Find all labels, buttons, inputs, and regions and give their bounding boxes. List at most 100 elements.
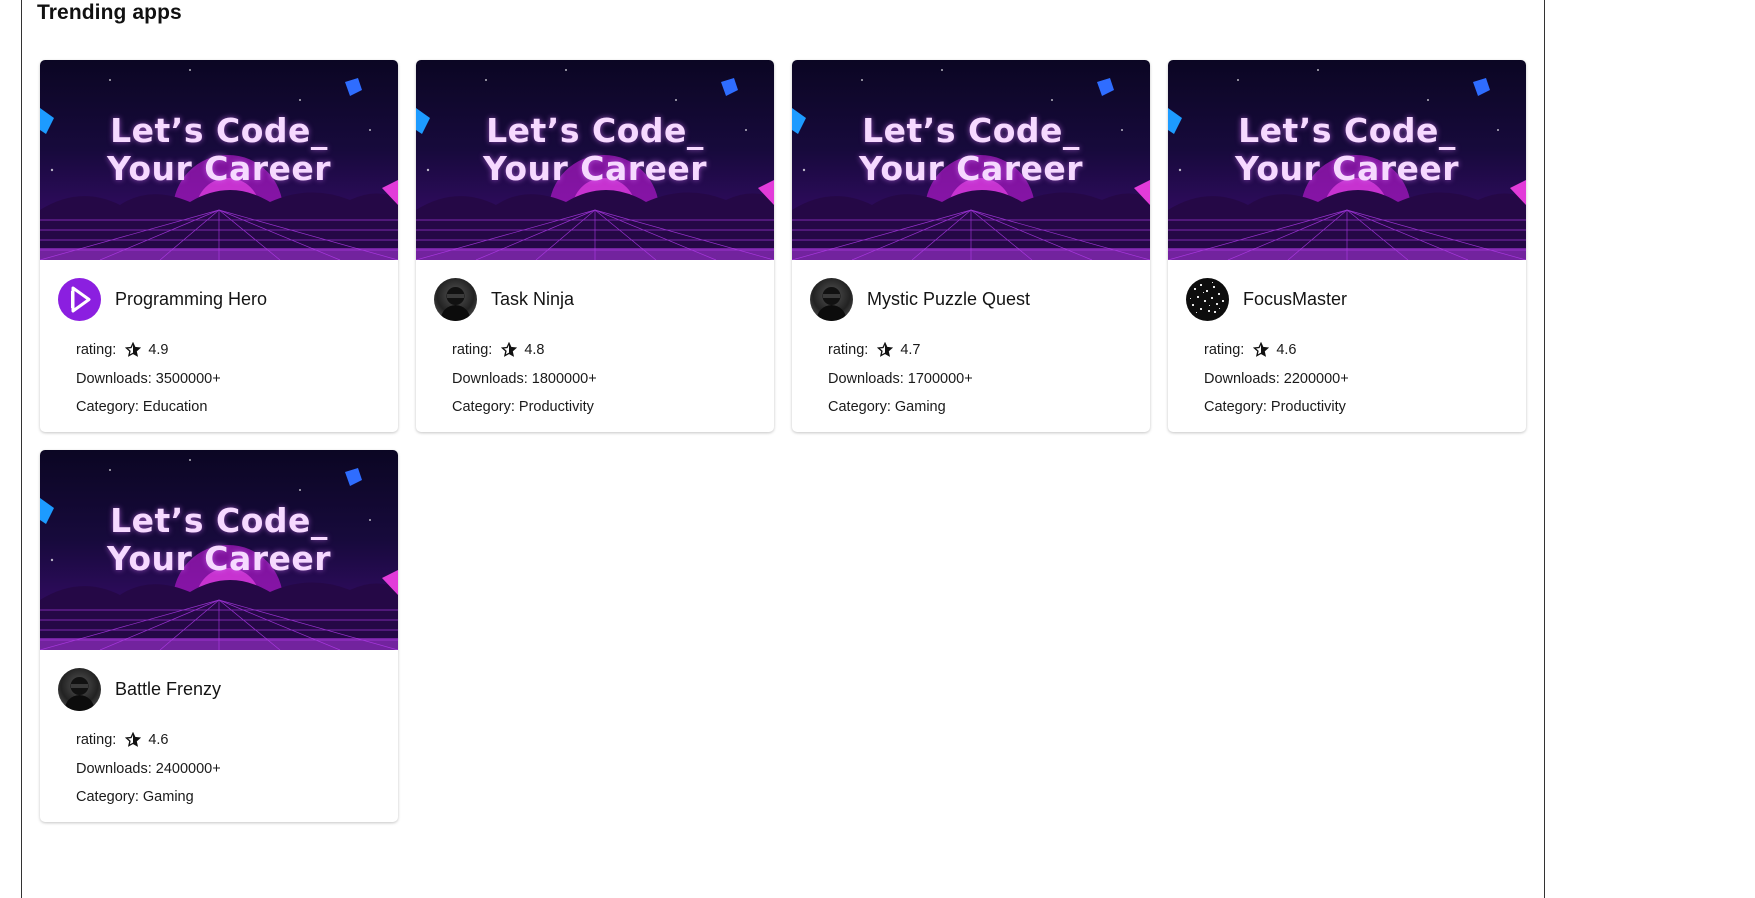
downloads-label: Downloads: <box>452 370 528 387</box>
downloads-row: Downloads: 1800000+ <box>452 365 597 394</box>
ninja-avatar-icon <box>440 287 471 321</box>
star-icon <box>1253 342 1270 358</box>
category-label: Category: <box>76 789 139 806</box>
downloads-label: Downloads: <box>1204 370 1280 387</box>
downloads-value: 1700000+ <box>907 370 973 387</box>
app-meta: rating: 4.6 Downloads: 2200000+ Category… <box>1204 336 1349 422</box>
rating-row: rating: 4.6 <box>76 726 221 755</box>
programming-hero-logo-icon <box>71 286 91 313</box>
downloads-value: 3500000+ <box>155 370 221 387</box>
app-banner-image: Let’s Code_ Your Career <box>40 450 398 650</box>
rating-row: rating: 4.6 <box>1204 336 1349 365</box>
app-header: Programming Hero <box>58 278 267 321</box>
app-banner-image: Let’s Code_ Your Career <box>1168 60 1526 260</box>
category-value: Education <box>142 399 208 416</box>
banner-line-2: Your Career <box>106 149 332 188</box>
app-card-2[interactable]: Let’s Code_ Your Career Task Ninja ratin… <box>416 60 774 432</box>
category-value: Productivity <box>518 399 594 416</box>
section-title: Trending apps <box>37 1 182 24</box>
downloads-value: 1800000+ <box>531 370 597 387</box>
banner-headline: Let’s Code_ Your Career <box>40 112 398 188</box>
category-row: Category: Productivity <box>452 393 597 422</box>
category-row: Category: Gaming <box>76 783 221 812</box>
category-row: Category: Gaming <box>828 393 973 422</box>
banner-line-2: Your Career <box>1234 149 1460 188</box>
rating-label: rating: <box>76 342 117 359</box>
category-row: Category: Education <box>76 393 221 422</box>
rating-label: rating: <box>828 342 869 359</box>
downloads-value: 2200000+ <box>1283 370 1349 387</box>
app-banner-image: Let’s Code_ Your Career <box>792 60 1150 260</box>
rating-row: rating: 4.9 <box>76 336 221 365</box>
app-meta: rating: 4.7 Downloads: 1700000+ Category… <box>828 336 973 422</box>
banner-line-1: Let’s Code_ <box>110 501 328 540</box>
noise-avatar-icon <box>1190 282 1224 313</box>
app-icon <box>1186 278 1229 321</box>
category-label: Category: <box>828 399 891 416</box>
app-card-5[interactable]: Let’s Code_ Your Career Battle Frenzy ra… <box>40 450 398 822</box>
app-card-1[interactable]: Let’s Code_ Your Career Programming Hero… <box>40 60 398 432</box>
app-name[interactable]: Task Ninja <box>491 289 574 310</box>
banner-line-1: Let’s Code_ <box>1238 111 1456 150</box>
rating-value: 4.8 <box>524 342 545 359</box>
app-header: Task Ninja <box>434 278 574 321</box>
app-grid: Let’s Code_ Your Career Programming Hero… <box>40 60 1526 822</box>
app-name[interactable]: Battle Frenzy <box>115 679 221 700</box>
downloads-row: Downloads: 3500000+ <box>76 365 221 394</box>
rating-label: rating: <box>76 732 117 749</box>
app-name[interactable]: Mystic Puzzle Quest <box>867 289 1030 310</box>
rating-value: 4.7 <box>900 342 921 359</box>
ninja-avatar-icon <box>816 287 847 321</box>
category-value: Gaming <box>894 399 946 416</box>
rating-value: 4.6 <box>148 732 169 749</box>
downloads-row: Downloads: 2200000+ <box>1204 365 1349 394</box>
app-name[interactable]: Programming Hero <box>115 289 267 310</box>
app-card-4[interactable]: Let’s Code_ Your Career FocusMaster rati… <box>1168 60 1526 432</box>
banner-headline: Let’s Code_ Your Career <box>792 112 1150 188</box>
downloads-value: 2400000+ <box>155 760 221 777</box>
app-banner-image: Let’s Code_ Your Career <box>40 60 398 260</box>
banner-line-2: Your Career <box>106 539 332 578</box>
star-icon <box>877 342 894 358</box>
downloads-label: Downloads: <box>828 370 904 387</box>
app-banner-image: Let’s Code_ Your Career <box>416 60 774 260</box>
banner-headline: Let’s Code_ Your Career <box>40 502 398 578</box>
category-value: Gaming <box>142 789 194 806</box>
banner-headline: Let’s Code_ Your Career <box>416 112 774 188</box>
category-label: Category: <box>452 399 515 416</box>
rating-row: rating: 4.8 <box>452 336 597 365</box>
rating-value: 4.6 <box>1276 342 1297 359</box>
ninja-avatar-icon <box>64 677 95 711</box>
app-meta: rating: 4.6 Downloads: 2400000+ Category… <box>76 726 221 812</box>
banner-line-1: Let’s Code_ <box>110 111 328 150</box>
app-icon <box>434 278 477 321</box>
downloads-label: Downloads: <box>76 370 152 387</box>
downloads-label: Downloads: <box>76 760 152 777</box>
app-icon <box>58 668 101 711</box>
rating-value: 4.9 <box>148 342 169 359</box>
banner-headline: Let’s Code_ Your Career <box>1168 112 1526 188</box>
banner-line-2: Your Career <box>482 149 708 188</box>
banner-line-1: Let’s Code_ <box>486 111 704 150</box>
rating-row: rating: 4.7 <box>828 336 973 365</box>
banner-line-1: Let’s Code_ <box>862 111 1080 150</box>
app-header: Battle Frenzy <box>58 668 221 711</box>
app-meta: rating: 4.8 Downloads: 1800000+ Category… <box>452 336 597 422</box>
app-header: Mystic Puzzle Quest <box>810 278 1030 321</box>
app-icon <box>810 278 853 321</box>
app-icon <box>58 278 101 321</box>
banner-line-2: Your Career <box>858 149 1084 188</box>
rating-label: rating: <box>452 342 493 359</box>
category-row: Category: Productivity <box>1204 393 1349 422</box>
downloads-row: Downloads: 2400000+ <box>76 755 221 784</box>
app-name[interactable]: FocusMaster <box>1243 289 1347 310</box>
category-label: Category: <box>1204 399 1267 416</box>
app-meta: rating: 4.9 Downloads: 3500000+ Category… <box>76 336 221 422</box>
app-card-3[interactable]: Let’s Code_ Your Career Mystic Puzzle Qu… <box>792 60 1150 432</box>
rating-label: rating: <box>1204 342 1245 359</box>
star-icon <box>501 342 518 358</box>
category-value: Productivity <box>1270 399 1346 416</box>
app-header: FocusMaster <box>1186 278 1347 321</box>
downloads-row: Downloads: 1700000+ <box>828 365 973 394</box>
category-label: Category: <box>76 399 139 416</box>
